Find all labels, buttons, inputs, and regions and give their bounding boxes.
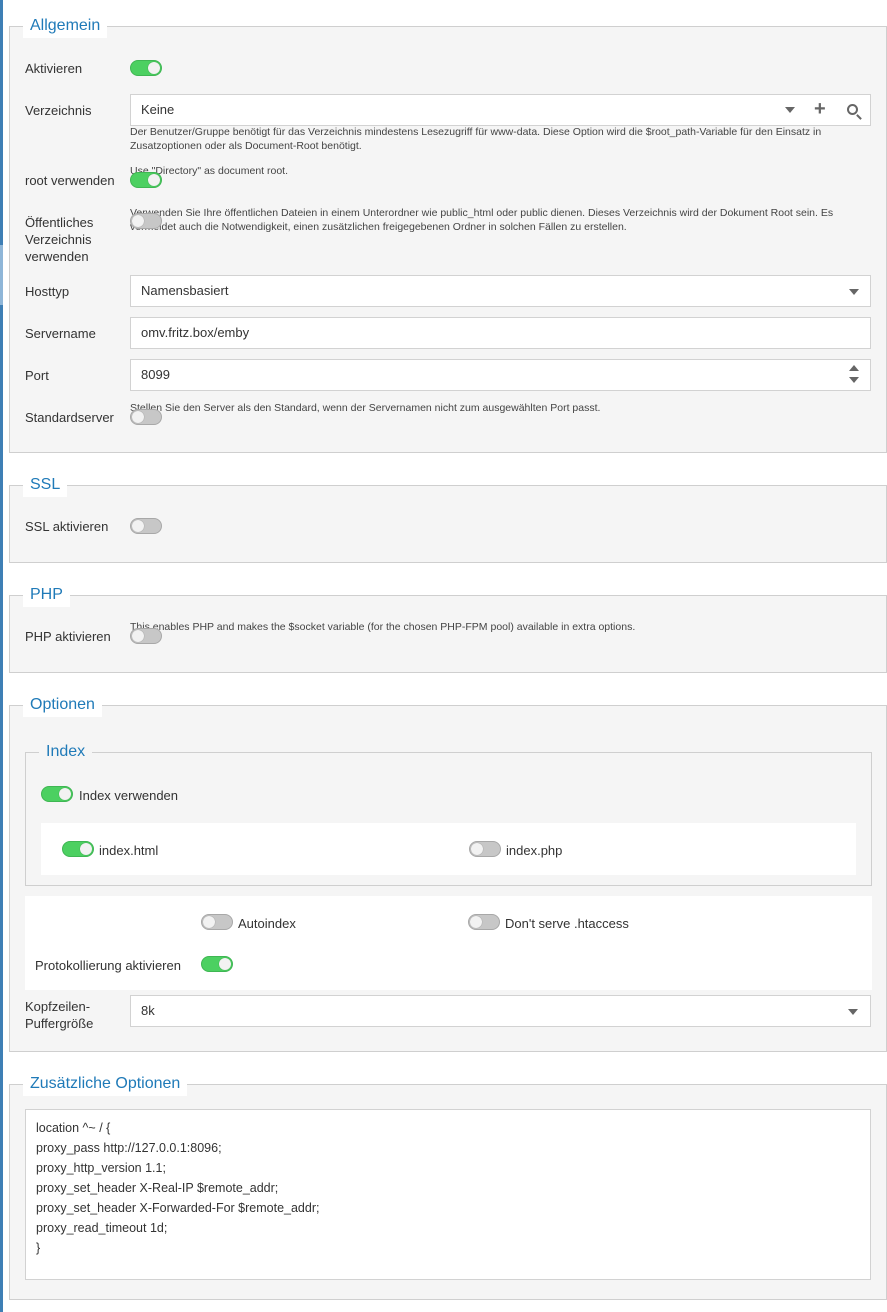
php-legend: PHP (23, 583, 70, 607)
hosttyp-label: Hosttyp (25, 284, 70, 299)
code-line: proxy_set_header X-Forwarded-For $remote… (36, 1201, 320, 1215)
verzeichnis-help: Der Benutzer/Gruppe benötigt für das Ver… (130, 126, 822, 152)
public-label: Öffentliches Verzeichnis verwenden (25, 215, 94, 264)
header-buffer-dropdown-icon[interactable] (848, 1009, 858, 1015)
port-value: 8099 (141, 367, 170, 382)
code-line: location ^~ / { (36, 1121, 111, 1135)
header-buffer-value: 8k (141, 1003, 155, 1018)
php-help: This enables PHP and makes the $socket v… (130, 621, 636, 633)
code-line: proxy_http_version 1.1; (36, 1161, 166, 1175)
htaccess-toggle[interactable] (468, 914, 500, 930)
php-section: PHP This enables PHP and makes the $sock… (9, 583, 887, 673)
standard-help: Stellen Sie den Server als den Standard,… (130, 402, 601, 414)
autoindex-toggle[interactable] (201, 914, 233, 930)
root-help: Use "Directory" as document root. (130, 165, 289, 177)
htaccess-label: Don't serve .htaccess (505, 916, 629, 931)
index-php-label: index.php (506, 843, 563, 858)
header-buffer-select[interactable]: 8k (130, 995, 871, 1027)
allgemein-section: Allgemein Aktivieren Verzeichnis Keine +… (9, 14, 887, 453)
index-use-toggle[interactable] (41, 786, 73, 802)
index-section: Index Index verwenden index.html index.p… (25, 740, 872, 886)
port-label: Port (25, 368, 49, 383)
logging-toggle[interactable] (201, 956, 233, 972)
ssl-section: SSL SSL aktivieren (9, 473, 887, 563)
servername-value: omv.fritz.box/emby (141, 325, 250, 340)
servername-input[interactable]: omv.fritz.box/emby (130, 317, 871, 349)
php-toggle[interactable] (130, 628, 162, 644)
index-legend: Index (39, 740, 93, 764)
left-edge-marker (0, 245, 3, 305)
ssl-legend: SSL (23, 473, 68, 497)
hosttyp-select[interactable]: Namensbasiert (130, 275, 871, 307)
misc-options-box: Autoindex Don't serve .htaccess Protokol… (25, 896, 872, 990)
php-label: PHP aktivieren (25, 629, 111, 644)
index-files-box: index.html index.php (41, 823, 856, 875)
allgemein-legend: Allgemein (23, 14, 108, 38)
code-line: proxy_set_header X-Real-IP $remote_addr; (36, 1181, 279, 1195)
optionen-legend: Optionen (23, 693, 102, 717)
port-input[interactable]: 8099 (130, 359, 871, 391)
ssl-label: SSL aktivieren (25, 519, 109, 534)
zusatz-section: Zusätzliche Optionen location ^~ / { pro… (9, 1072, 887, 1300)
autoindex-label: Autoindex (238, 916, 296, 931)
hosttyp-dropdown-icon[interactable] (849, 289, 859, 295)
code-line: proxy_read_timeout 1d; (36, 1221, 168, 1235)
index-php-toggle[interactable] (469, 841, 501, 857)
standard-toggle[interactable] (130, 409, 162, 425)
code-line: proxy_pass http://127.0.0.1:8096; (36, 1141, 222, 1155)
servername-label: Servername (25, 326, 96, 341)
verzeichnis-value: Keine (141, 102, 175, 117)
hosttyp-value: Namensbasiert (141, 283, 229, 298)
code-line: } (36, 1241, 41, 1255)
ssl-toggle[interactable] (130, 518, 162, 534)
index-use-label: Index verwenden (79, 788, 179, 803)
index-html-toggle[interactable] (62, 841, 94, 857)
extra-options-textarea[interactable]: location ^~ / { proxy_pass http://127.0.… (25, 1109, 871, 1280)
search-icon[interactable] (847, 104, 858, 115)
standard-label: Standardserver (25, 410, 114, 425)
aktivieren-toggle[interactable] (130, 60, 162, 76)
header-buffer-label: Kopfzeilen-Puffergröße (25, 999, 94, 1031)
root-toggle[interactable] (130, 172, 162, 188)
verzeichnis-label: Verzeichnis (25, 103, 92, 118)
zusatz-legend: Zusätzliche Optionen (23, 1072, 188, 1096)
port-increment-icon[interactable] (849, 365, 859, 371)
add-icon[interactable]: + (814, 99, 826, 119)
root-label: root verwenden (25, 173, 115, 188)
verzeichnis-select[interactable]: Keine (130, 94, 871, 126)
public-help: Verwenden Sie Ihre öffentlichen Dateien … (130, 207, 834, 233)
public-toggle[interactable] (130, 213, 162, 229)
optionen-section: Optionen Index Index verwenden index.htm… (9, 693, 887, 1052)
left-edge-bar (0, 0, 3, 1312)
logging-label: Protokollierung aktivieren (35, 958, 181, 973)
verzeichnis-dropdown-icon[interactable] (785, 107, 795, 113)
aktivieren-label: Aktivieren (25, 61, 83, 76)
port-decrement-icon[interactable] (849, 377, 859, 383)
index-html-label: index.html (99, 843, 159, 858)
